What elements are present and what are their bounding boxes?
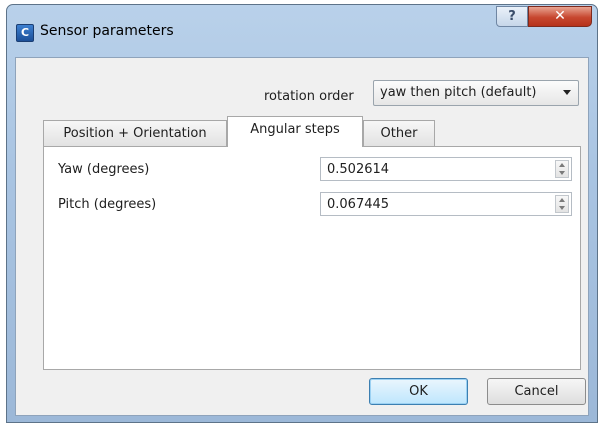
help-button[interactable]: ? (496, 6, 528, 27)
arrow-up-icon[interactable] (559, 163, 565, 167)
yaw-spinbox[interactable]: 0.502614 (320, 157, 572, 181)
tab-label: Position + Orientation (63, 126, 207, 141)
tab-label: Other (380, 126, 418, 141)
close-button[interactable]: ✕ (528, 6, 592, 27)
title-bar[interactable]: C Sensor parameters ? ✕ (7, 5, 597, 57)
cancel-button[interactable]: Cancel (487, 378, 586, 405)
pitch-spinbox[interactable]: 0.067445 (320, 192, 572, 216)
rotation-order-value: yaw then pitch (default) (380, 85, 537, 100)
close-icon: ✕ (554, 8, 566, 24)
tab-position-orientation[interactable]: Position + Orientation (43, 120, 227, 146)
ok-button[interactable]: OK (369, 378, 468, 405)
yaw-stepper[interactable] (555, 160, 569, 178)
chevron-down-icon (563, 90, 571, 95)
dialog-body: rotation order yaw then pitch (default) … (15, 57, 589, 416)
rotation-order-label: rotation order (264, 89, 354, 104)
pitch-value[interactable]: 0.067445 (327, 197, 389, 212)
yaw-label: Yaw (degrees) (58, 162, 150, 177)
tab-angular-steps[interactable]: Angular steps (227, 116, 363, 147)
help-icon: ? (508, 9, 516, 24)
pitch-label: Pitch (degrees) (58, 197, 157, 212)
tab-label: Angular steps (250, 122, 340, 137)
app-icon: C (16, 24, 34, 42)
tab-panel-angular-steps: Yaw (degrees) 0.502614 Pitch (degrees) 0… (43, 146, 581, 370)
window-title: Sensor parameters (40, 23, 174, 39)
arrow-down-icon[interactable] (559, 171, 565, 175)
arrow-down-icon[interactable] (559, 206, 565, 210)
pitch-stepper[interactable] (555, 195, 569, 213)
yaw-value[interactable]: 0.502614 (327, 162, 389, 177)
rotation-order-dropdown[interactable]: yaw then pitch (default) (373, 80, 579, 106)
dialog-window: C Sensor parameters ? ✕ rotation order y… (6, 4, 598, 423)
tab-other[interactable]: Other (363, 120, 435, 146)
arrow-up-icon[interactable] (559, 198, 565, 202)
